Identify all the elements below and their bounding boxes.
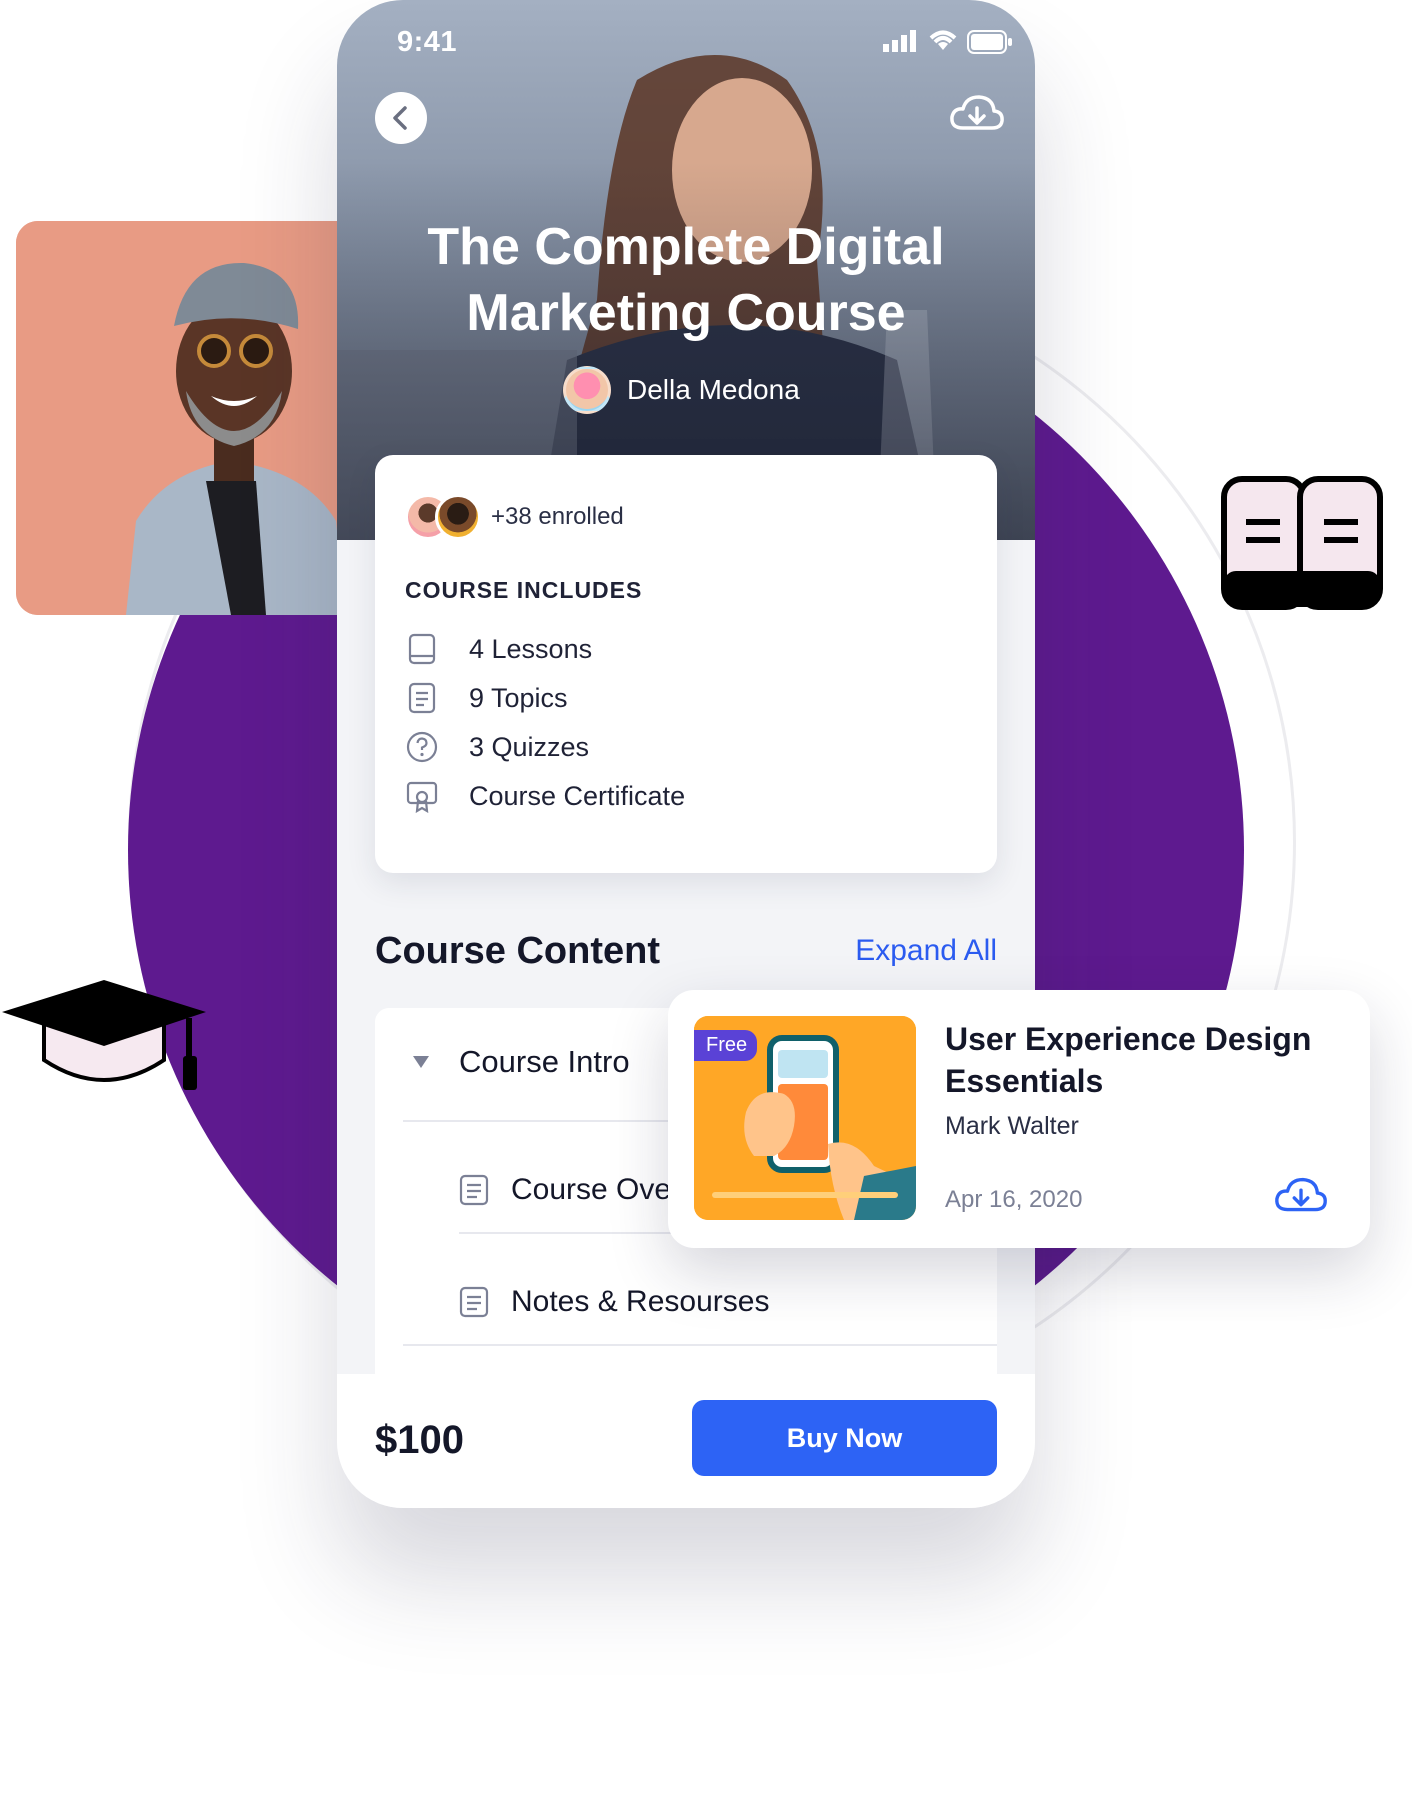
question-icon (406, 731, 438, 763)
divider (403, 1344, 997, 1346)
instructor[interactable]: Della Medona (563, 366, 800, 414)
person-photo (16, 221, 376, 615)
download-button[interactable] (1274, 1176, 1328, 1221)
featured-course-date: Apr 16, 2020 (945, 1186, 1083, 1213)
include-item-certificate: Course Certificate (405, 776, 685, 816)
course-price: $100 (375, 1418, 464, 1462)
certificate-icon (406, 781, 438, 813)
caret-down-icon (413, 1056, 429, 1068)
course-title-line2: Marketing Course (466, 284, 906, 342)
document-icon (459, 1286, 489, 1318)
featured-course-title: User Experience Design Essentials (945, 1021, 1312, 1099)
signal-icon (883, 30, 919, 57)
battery-icon (967, 30, 1013, 59)
enrolled-row: +38 enrolled (405, 491, 624, 543)
instructor-name: Della Medona (627, 374, 800, 405)
graduation-cap-icon (0, 960, 210, 1095)
chevron-left-icon (393, 106, 407, 130)
back-button[interactable] (375, 92, 427, 144)
cloud-download-icon (950, 95, 1004, 130)
include-item-quizzes: 3 Quizzes (405, 727, 589, 767)
wifi-icon (927, 28, 959, 57)
enrolled-count: +38 enrolled (491, 503, 624, 530)
purchase-bar: $100 Buy Now (337, 1374, 1035, 1508)
phone-screen: 9:41 The Complete Digital Marketing Cour… (337, 0, 1035, 1508)
instructor-avatar (563, 366, 611, 414)
course-title: The Complete Digital Marketing Course (337, 214, 1035, 346)
course-content-heading: Course Content (375, 930, 660, 972)
lesson-notes-resources[interactable]: Notes & Resourses (459, 1280, 769, 1324)
document-icon (408, 682, 436, 714)
include-item-topics: 9 Topics (405, 678, 568, 718)
course-includes-card: +38 enrolled COURSE INCLUDES 4 Lessons 9… (375, 455, 997, 873)
cloud-download-button[interactable] (949, 94, 1005, 139)
cloud-download-icon (1275, 1177, 1327, 1212)
includes-heading: COURSE INCLUDES (405, 577, 643, 603)
book-icon (408, 633, 436, 665)
course-title-line1: The Complete Digital (427, 218, 945, 276)
include-item-lessons: 4 Lessons (405, 629, 592, 669)
course-thumbnail: Free (694, 1016, 916, 1220)
document-icon (459, 1174, 489, 1206)
featured-course-card[interactable]: Free User Experience Design Essentials M… (668, 990, 1370, 1248)
avatar (435, 494, 481, 540)
expand-all-link[interactable]: Expand All (855, 934, 997, 968)
open-book-icon (1220, 475, 1385, 616)
buy-now-button[interactable]: Buy Now (692, 1400, 997, 1476)
featured-course-author: Mark Walter (945, 1112, 1079, 1140)
free-badge: Free (694, 1030, 758, 1061)
section-title: Course Intro (459, 1044, 630, 1079)
status-time: 9:41 (397, 26, 458, 58)
